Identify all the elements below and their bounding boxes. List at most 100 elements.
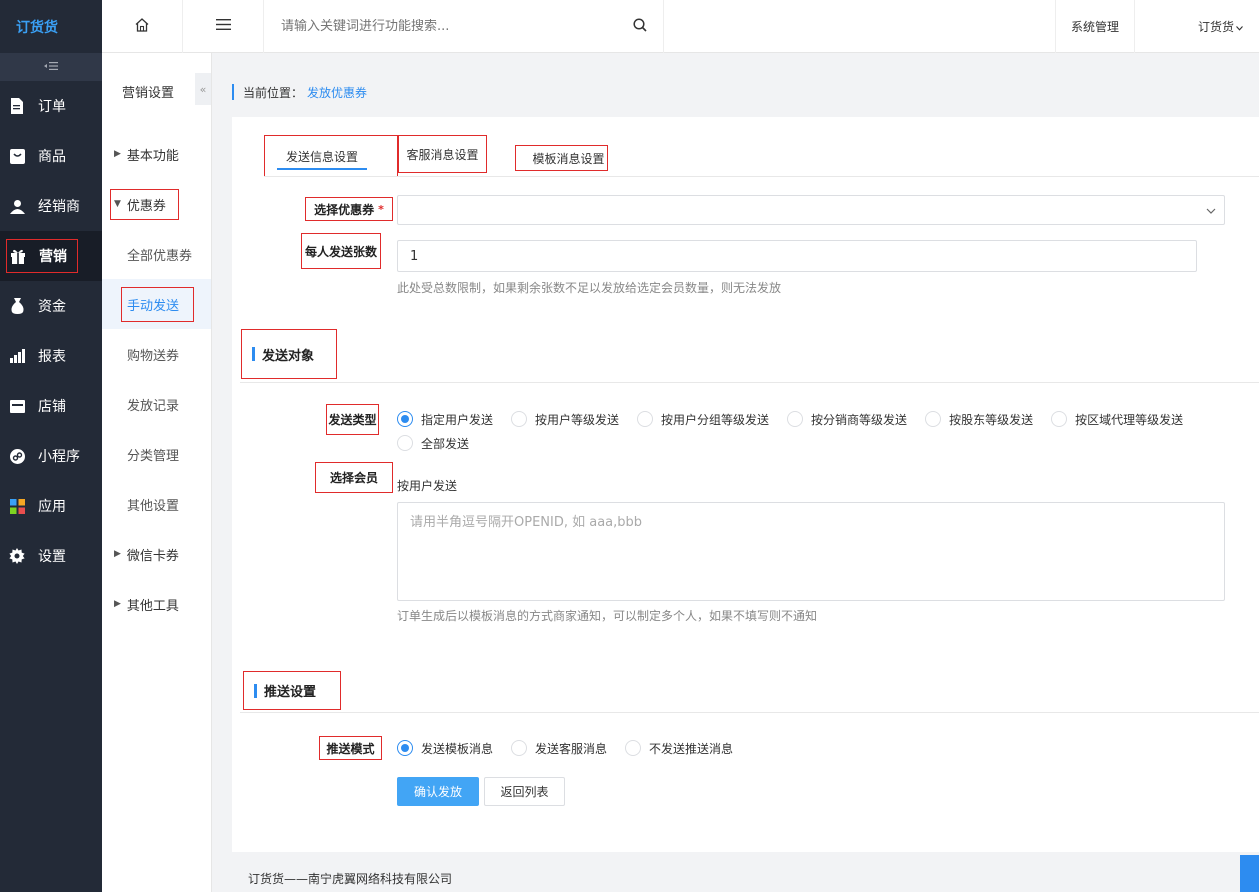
submenu-item-label: 手动发送 bbox=[127, 298, 180, 314]
per-person-count-label: 每人发送张数 bbox=[301, 233, 381, 269]
main-content-card: 发送信息设置 客服消息设置 模板消息设置 选择优惠券 * 每人发送张数 1 此处受… bbox=[232, 117, 1259, 852]
radio-user-group-level[interactable]: 按用户分组等级发送 bbox=[637, 407, 769, 431]
breadcrumb: 当前位置： 发放优惠券 bbox=[232, 84, 367, 100]
gear-icon bbox=[8, 547, 26, 565]
send-type-radio-group: 指定用户发送 按用户等级发送 按用户分组等级发送 按分销商等级发送 按股东等级发… bbox=[397, 407, 1227, 455]
member-sub-label: 按用户发送 bbox=[397, 479, 458, 493]
submenu-group-label: 微信卡券 bbox=[126, 548, 179, 564]
sidebar-item-label: 店铺 bbox=[38, 399, 66, 415]
user-menu[interactable]: 订货货 bbox=[1135, 0, 1259, 53]
select-member-label: 选择会员 bbox=[315, 462, 393, 493]
sidebar-item-apps[interactable]: 应用 bbox=[0, 481, 102, 531]
radio-user-level[interactable]: 按用户等级发送 bbox=[511, 407, 619, 431]
tab-customer-service-settings[interactable]: 客服消息设置 bbox=[398, 135, 487, 173]
submenu-item-manual-send[interactable]: 手动发送 bbox=[102, 279, 211, 329]
radio-label: 指定用户发送 bbox=[421, 412, 494, 427]
user-icon bbox=[8, 197, 26, 215]
submenu-group-label: 其他工具 bbox=[126, 598, 179, 614]
home-icon bbox=[135, 17, 149, 36]
radio-region-agent-level[interactable]: 按区域代理等级发送 bbox=[1051, 407, 1183, 431]
sidebar-item-marketing[interactable]: 营销 bbox=[0, 231, 102, 281]
submenu-group-other-tools[interactable]: ▶ 其他工具 bbox=[102, 579, 211, 629]
sidebar-item-funds[interactable]: 资金 bbox=[0, 281, 102, 331]
radio-label: 不发送推送消息 bbox=[649, 741, 734, 756]
label-text: 每人发送张数 bbox=[304, 244, 377, 259]
submenu-item-shopping-coupon[interactable]: 购物送券 bbox=[102, 329, 211, 379]
caret-down-icon: ▼ bbox=[114, 199, 121, 209]
sidebar-item-dealers[interactable]: 经销商 bbox=[0, 181, 102, 231]
apps-icon bbox=[8, 497, 26, 515]
menu-toggle-button[interactable] bbox=[183, 0, 264, 53]
per-person-hint: 此处受总数限制，如果剩余张数不足以发放给选定会员数量，则无法发放 bbox=[397, 281, 782, 295]
section-title-target: 发送对象 bbox=[241, 329, 337, 379]
bar-chart-icon bbox=[8, 347, 26, 365]
radio-label: 按股东等级发送 bbox=[949, 412, 1034, 427]
sidebar-item-label: 经销商 bbox=[38, 199, 80, 215]
push-mode-label: 推送模式 bbox=[319, 736, 382, 760]
tab-label: 模板消息设置 bbox=[532, 151, 605, 166]
mini-program-icon bbox=[8, 447, 26, 465]
caret-right-icon: ▶ bbox=[114, 599, 121, 609]
radio-label: 按区域代理等级发送 bbox=[1075, 412, 1184, 427]
coupon-select[interactable] bbox=[397, 195, 1225, 225]
confirm-send-button[interactable]: 确认发放 bbox=[397, 777, 479, 806]
member-openid-textarea[interactable]: 请用半角逗号隔开OPENID, 如 aaa,bbb bbox=[397, 502, 1225, 601]
member-hint: 订单生成后以模板消息的方式商家通知，可以制定多个人，如果不填写则不通知 bbox=[397, 609, 818, 623]
active-tab-indicator bbox=[277, 168, 367, 170]
tab-template-message-settings[interactable]: 模板消息设置 bbox=[515, 145, 608, 171]
sidebar-item-store[interactable]: 店铺 bbox=[0, 381, 102, 431]
section-title-text: 发送对象 bbox=[262, 348, 315, 364]
radio-dot bbox=[511, 740, 528, 756]
search-icon[interactable] bbox=[633, 17, 647, 36]
radio-label: 按用户等级发送 bbox=[535, 412, 620, 427]
double-chevron-left-icon: « bbox=[199, 82, 207, 96]
submenu-collapse-button[interactable]: « bbox=[195, 73, 211, 105]
radio-all[interactable]: 全部发送 bbox=[397, 431, 469, 455]
tab-label: 客服消息设置 bbox=[406, 147, 479, 162]
sidebar-item-products[interactable]: 商品 bbox=[0, 131, 102, 181]
sidebar-item-label: 小程序 bbox=[38, 449, 80, 465]
back-to-list-button[interactable]: 返回列表 bbox=[484, 777, 565, 806]
radio-label: 按用户分组等级发送 bbox=[661, 412, 770, 427]
submenu-item-send-record[interactable]: 发放记录 bbox=[102, 379, 211, 429]
system-management-link[interactable]: 系统管理 bbox=[1055, 0, 1135, 53]
sidebar-item-orders[interactable]: 订单 bbox=[0, 81, 102, 131]
submenu-group-coupon[interactable]: ▼ 优惠券 bbox=[102, 179, 211, 229]
submenu-item-all-coupons[interactable]: 全部优惠券 bbox=[102, 229, 211, 279]
money-bag-icon bbox=[8, 297, 26, 315]
radio-dot bbox=[787, 411, 804, 427]
breadcrumb-current[interactable]: 发放优惠券 bbox=[307, 84, 367, 101]
send-type-label: 发送类型 bbox=[326, 404, 379, 435]
sidebar-collapse-toggle[interactable] bbox=[0, 53, 102, 81]
home-button[interactable] bbox=[102, 0, 183, 53]
section-title-push: 推送设置 bbox=[243, 671, 341, 710]
radio-customer-service-message[interactable]: 发送客服消息 bbox=[511, 736, 607, 760]
radio-label: 发送客服消息 bbox=[535, 741, 608, 756]
per-person-count-input[interactable]: 1 bbox=[397, 240, 1197, 272]
page-footer: 订货货——南宁虎翼网络科技有限公司 bbox=[248, 871, 453, 886]
tabs-divider bbox=[264, 176, 1259, 177]
radio-shareholder-level[interactable]: 按股东等级发送 bbox=[925, 407, 1033, 431]
submenu-item-other-settings[interactable]: 其他设置 bbox=[102, 479, 211, 529]
radio-dot bbox=[925, 411, 942, 427]
gift-icon bbox=[9, 247, 27, 265]
app-logo[interactable]: 订货货 bbox=[0, 0, 102, 53]
radio-specified-user[interactable]: 指定用户发送 bbox=[397, 407, 493, 431]
sidebar-item-mini-program[interactable]: 小程序 bbox=[0, 431, 102, 481]
tab-send-info-settings[interactable]: 发送信息设置 bbox=[264, 135, 398, 177]
radio-dot bbox=[397, 411, 413, 427]
search-bar bbox=[264, 0, 664, 53]
submenu-item-category-mgmt[interactable]: 分类管理 bbox=[102, 429, 211, 479]
sidebar-item-reports[interactable]: 报表 bbox=[0, 331, 102, 381]
back-to-top-button[interactable] bbox=[1240, 855, 1259, 892]
radio-no-push[interactable]: 不发送推送消息 bbox=[625, 736, 733, 760]
sidebar-item-label: 商品 bbox=[38, 149, 66, 165]
search-input[interactable] bbox=[281, 19, 601, 34]
sidebar-item-settings[interactable]: 设置 bbox=[0, 531, 102, 581]
submenu-group-wechat-card[interactable]: ▶ 微信卡券 bbox=[102, 529, 211, 579]
radio-template-message[interactable]: 发送模板消息 bbox=[397, 736, 493, 760]
radio-distributor-level[interactable]: 按分销商等级发送 bbox=[787, 407, 907, 431]
submenu-group-basic[interactable]: ▶ 基本功能 bbox=[102, 129, 211, 179]
radio-label: 按分销商等级发送 bbox=[811, 412, 908, 427]
